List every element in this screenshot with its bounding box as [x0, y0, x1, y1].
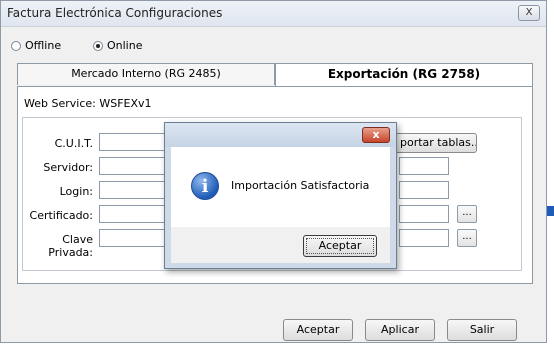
servidor-field[interactable]	[99, 157, 169, 175]
radio-online-icon[interactable]	[93, 40, 103, 51]
import-tables-button[interactable]: portar tablas...	[385, 133, 477, 153]
window-close-button[interactable]: X	[518, 5, 540, 21]
radio-offline-icon[interactable]	[11, 40, 21, 51]
title-bar: Factura Electrónica Configuraciones X	[1, 1, 546, 27]
login-field[interactable]	[99, 181, 169, 199]
servidor-label: Servidor:	[43, 161, 93, 174]
clave-browse-button[interactable]: ...	[457, 229, 477, 247]
message-dialog: x i Importación Satisfactoria Aceptar	[164, 122, 397, 269]
tab-exportacion[interactable]: Exportación (RG 2758)	[275, 63, 533, 87]
dialog-ok-button[interactable]: Aceptar	[303, 235, 377, 257]
login-label: Login:	[59, 185, 93, 198]
dialog-body: i Importación Satisfactoria	[171, 147, 390, 227]
dialog-footer: Aceptar	[171, 227, 390, 263]
cuit-field[interactable]	[99, 133, 169, 151]
certificado-field[interactable]	[99, 205, 169, 223]
dialog-close-button[interactable]: x	[362, 127, 390, 143]
certificado-browse-button[interactable]: ...	[457, 205, 477, 223]
radio-online[interactable]: Online	[93, 39, 142, 52]
certificado-label: Certificado:	[29, 209, 93, 222]
exit-button[interactable]: Salir	[447, 319, 517, 341]
accept-button[interactable]: Aceptar	[283, 319, 353, 341]
clave-privada-field-right[interactable]	[399, 229, 449, 247]
dialog-title-bar: x	[165, 123, 396, 147]
clave-privada-label: Clave Privada:	[48, 233, 93, 259]
apply-button[interactable]: Aplicar	[365, 319, 435, 341]
exit-label: Salir	[469, 323, 495, 336]
certificado-field-right[interactable]	[399, 205, 449, 223]
servidor-field-right[interactable]	[399, 157, 449, 175]
clave-privada-field[interactable]	[99, 229, 169, 247]
dialog-message: Importación Satisfactoria	[231, 179, 370, 192]
radio-offline[interactable]: Offline	[11, 39, 61, 52]
dialog-ok-label: Aceptar	[318, 239, 362, 252]
info-icon: i	[191, 172, 219, 200]
tab-strip: Mercado Interno (RG 2485) Exportación (R…	[17, 63, 533, 87]
background-fragment	[547, 206, 554, 216]
import-tables-label: portar tablas...	[400, 136, 477, 149]
radio-online-label: Online	[107, 39, 143, 52]
window-title: Factura Electrónica Configuraciones	[7, 6, 223, 20]
apply-label: Aplicar	[381, 323, 419, 336]
tab-mercado-interno[interactable]: Mercado Interno (RG 2485)	[17, 63, 275, 85]
accept-label: Aceptar	[296, 323, 340, 336]
login-field-right[interactable]	[399, 181, 449, 199]
web-service-label: Web Service: WSFEXv1	[24, 97, 152, 110]
cuit-label: C.U.I.T.	[54, 137, 93, 150]
radio-offline-label: Offline	[25, 39, 62, 52]
